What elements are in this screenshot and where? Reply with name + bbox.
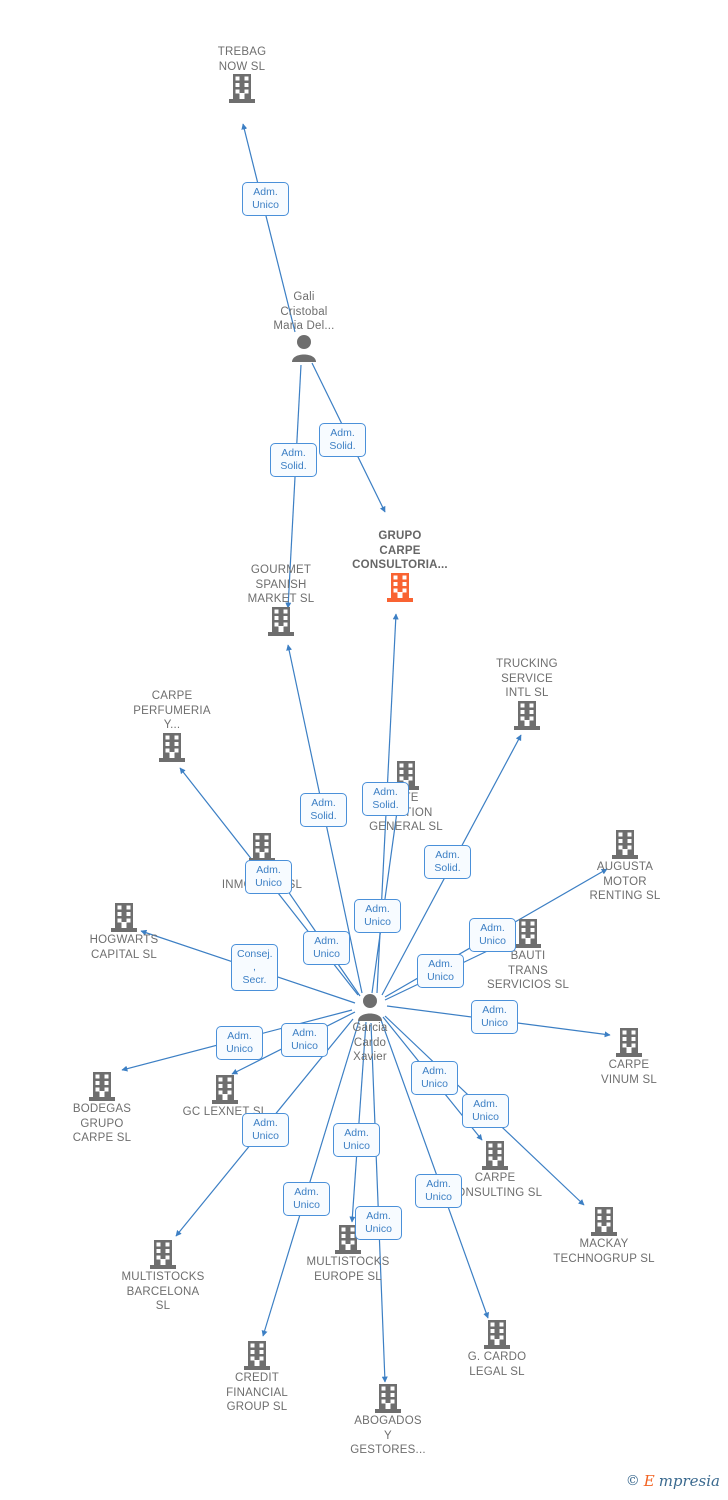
- graph-node-label: MACKAY TECHNOGRUP SL: [553, 1238, 655, 1265]
- relation-tag-garcia-inmoland[interactable]: Adm. Unico: [303, 931, 350, 965]
- graph-node-gcardo[interactable]: G. CARDO LEGAL SL: [437, 1320, 557, 1379]
- graph-node-trucking[interactable]: TRUCKING SERVICE INTL SL: [467, 657, 587, 731]
- relation-tag-garcia-mackay[interactable]: Adm. Unico: [462, 1094, 509, 1128]
- building-icon[interactable]: [111, 903, 137, 933]
- building-icon[interactable]: [484, 1320, 510, 1350]
- graph-node-gourmet[interactable]: GOURMET SPANISH MARKET SL: [221, 563, 341, 637]
- graph-node-label: Gali Cristobal Maria Del...: [273, 291, 335, 332]
- relation-tag-garcia-credit[interactable]: Adm. Unico: [283, 1182, 330, 1216]
- building-icon[interactable]: [375, 1384, 401, 1414]
- relation-tag-garcia-gcardo[interactable]: Adm. Unico: [415, 1174, 462, 1208]
- graph-node-label: ABOGADOS Y GESTORES...: [350, 1415, 426, 1456]
- relation-tag-garcia-gclexnet[interactable]: Adm. Unico: [281, 1023, 328, 1057]
- building-icon[interactable]: [591, 1207, 617, 1237]
- building-icon[interactable]: [249, 833, 275, 863]
- graph-node-label: CARPE VINUM SL: [601, 1059, 657, 1086]
- relation-tag-garcia-augusta[interactable]: Adm. Unico: [469, 918, 516, 952]
- relation-tag-garcia-abogados[interactable]: Adm. Unico: [355, 1206, 402, 1240]
- building-icon[interactable]: [616, 1028, 642, 1058]
- relation-tag-garcia-hogwarts[interactable]: Consej. , Secr.: [231, 944, 278, 991]
- building-icon[interactable]: [159, 732, 185, 763]
- relation-tag-garcia-bodegas[interactable]: Adm. Unico: [216, 1026, 263, 1060]
- building-icon[interactable]: [268, 606, 294, 637]
- graph-node-label: GOURMET SPANISH MARKET SL: [247, 564, 315, 605]
- relation-tag-garcia-bauti[interactable]: Adm. Unico: [417, 954, 464, 988]
- graph-node-hogwarts[interactable]: HOGWARTS CAPITAL SL: [64, 903, 184, 962]
- relationship-graph: TREBAG NOW SL Gali Cristobal Maria Del...…: [0, 0, 728, 1500]
- graph-node-label: BODEGAS GRUPO CARPE SL: [72, 1103, 132, 1144]
- relation-tag-garcia-carpecons[interactable]: Adm. Unico: [411, 1061, 458, 1095]
- graph-node-label: MULTISTOCKS EUROPE SL: [306, 1256, 390, 1283]
- graph-node-carpevinum[interactable]: CARPE VINUM SL: [569, 1028, 689, 1087]
- relation-tag-garcia-gourmet[interactable]: Adm. Solid.: [300, 793, 347, 827]
- relation-tag-garcia-grupocarpe[interactable]: Adm. Solid.: [362, 782, 409, 816]
- building-icon[interactable]: [244, 1341, 270, 1371]
- relation-tag-garcia-carpeperf[interactable]: Adm. Unico: [245, 860, 292, 894]
- graph-node-label: G. CARDO LEGAL SL: [467, 1351, 527, 1378]
- graph-node-augusta[interactable]: AUGUSTA MOTOR RENTING SL: [565, 830, 685, 904]
- graph-node-label: AUGUSTA MOTOR RENTING SL: [589, 861, 661, 902]
- graph-node-label: HOGWARTS CAPITAL SL: [89, 934, 159, 961]
- graph-node-trebag[interactable]: TREBAG NOW SL: [182, 45, 302, 104]
- building-icon[interactable]: [482, 1141, 508, 1171]
- person-icon[interactable]: [291, 334, 317, 362]
- graph-node-garcia[interactable]: Garcia Cardo Xavier: [310, 993, 430, 1065]
- building-icon[interactable]: [612, 830, 638, 860]
- relation-tag-garcia-multieur[interactable]: Adm. Unico: [333, 1123, 380, 1157]
- graph-node-multibcn[interactable]: MULTISTOCKS BARCELONA SL: [103, 1240, 223, 1314]
- graph-edge-garcia-to-abogados: [370, 1022, 388, 1383]
- graph-node-abogados[interactable]: ABOGADOS Y GESTORES...: [328, 1384, 448, 1458]
- building-icon[interactable]: [150, 1240, 176, 1270]
- graph-node-label: CARPE PERFUMERIA Y...: [133, 690, 211, 731]
- graph-node-credit[interactable]: CREDIT FINANCIAL GROUP SL: [197, 1341, 317, 1415]
- graph-edge-garcia-to-credit: [261, 1020, 360, 1337]
- person-icon[interactable]: [357, 993, 383, 1021]
- relation-tag-garcia-gestion[interactable]: Adm. Unico: [354, 899, 401, 933]
- relation-tag-garcia-trucking[interactable]: Adm. Solid.: [424, 845, 471, 879]
- building-icon[interactable]: [514, 700, 540, 731]
- graph-node-label: TRUCKING SERVICE INTL SL: [496, 658, 558, 699]
- relation-tag-garcia-multibcn[interactable]: Adm. Unico: [242, 1113, 289, 1147]
- relation-tag-gali-trebag[interactable]: Adm. Unico: [242, 182, 289, 216]
- brand-initial: E: [643, 1472, 655, 1490]
- copyright-symbol: ©: [625, 1473, 640, 1489]
- building-icon[interactable]: [212, 1075, 238, 1105]
- graph-node-mackay[interactable]: MACKAY TECHNOGRUP SL: [544, 1207, 664, 1266]
- building-icon[interactable]: [515, 919, 541, 949]
- relation-tag-garcia-carpevinum[interactable]: Adm. Unico: [471, 1000, 518, 1034]
- graph-node-label: TREBAG NOW SL: [217, 46, 267, 73]
- graph-node-label: CREDIT FINANCIAL GROUP SL: [226, 1372, 288, 1413]
- graph-node-grupocarpe[interactable]: GRUPO CARPE CONSULTORIA...: [340, 529, 460, 603]
- graph-node-label: MULTISTOCKS BARCELONA SL: [121, 1271, 205, 1312]
- relation-tag-gali-gourmet[interactable]: Adm. Solid.: [270, 443, 317, 477]
- brand-name: mpresia: [658, 1472, 720, 1490]
- graph-node-gali[interactable]: Gali Cristobal Maria Del...: [244, 290, 364, 362]
- watermark-empresia: © Empresia: [626, 1472, 720, 1490]
- building-icon[interactable]: [229, 74, 255, 104]
- building-icon[interactable]: [387, 572, 413, 603]
- graph-node-label: GRUPO CARPE CONSULTORIA...: [352, 530, 448, 571]
- graph-node-label: BAUTI TRANS SERVICIOS SL: [486, 950, 570, 991]
- graph-node-bodegas[interactable]: BODEGAS GRUPO CARPE SL: [42, 1072, 162, 1146]
- graph-node-label: Garcia Cardo Xavier: [352, 1022, 388, 1063]
- graph-node-carpeperf[interactable]: CARPE PERFUMERIA Y...: [112, 689, 232, 763]
- relation-tag-gali-grupocarpe[interactable]: Adm. Solid.: [319, 423, 366, 457]
- building-icon[interactable]: [89, 1072, 115, 1102]
